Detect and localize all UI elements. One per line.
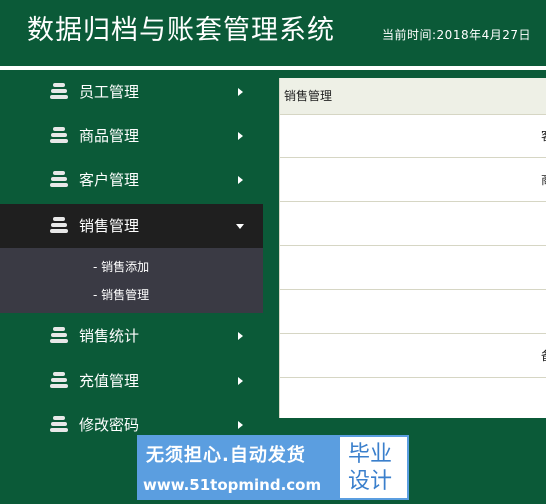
submenu-item-sales-add[interactable]: - 销售添加	[93, 257, 149, 277]
form-row: 备	[280, 335, 546, 378]
sidebar-item-customer-management[interactable]: 客户管理	[0, 158, 263, 202]
sidebar-item-label: 客户管理	[79, 171, 140, 189]
sidebar-item-label: 商品管理	[79, 127, 140, 145]
chevron-right-icon	[238, 377, 243, 385]
stack-icon	[50, 83, 68, 99]
sidebar-item-label: 充值管理	[79, 372, 140, 390]
form-row: 客	[280, 115, 546, 158]
chevron-right-icon	[238, 132, 243, 140]
sidebar-item-label: 销售统计	[79, 327, 140, 345]
watermark-badge-line1: 毕业	[348, 442, 393, 467]
stack-icon	[50, 127, 68, 143]
form-row-label: 商	[541, 159, 546, 202]
watermark-badge: 毕业 设计	[338, 435, 409, 500]
watermark-url: www.51topmind.com	[143, 476, 322, 494]
panel-heading: 销售管理	[280, 78, 546, 115]
app-header: 数据归档与账套管理系统 当前时间:2018年4月27日	[0, 0, 546, 66]
form-row-label: 客	[541, 115, 546, 158]
sidebar-item-recharge-management[interactable]: 充值管理	[0, 359, 263, 403]
watermark-badge-line2: 设计	[348, 469, 393, 494]
form-row	[280, 379, 546, 422]
stack-icon	[50, 416, 68, 432]
sidebar-item-sales-management[interactable]: 销售管理	[0, 204, 263, 248]
stack-icon	[50, 171, 68, 187]
submenu-item-sales-manage[interactable]: - 销售管理	[93, 285, 149, 305]
sidebar-item-employee-management[interactable]: 员工管理	[0, 70, 263, 114]
sales-management-panel: 销售管理 客 商 备	[279, 78, 546, 418]
sidebar-item-product-management[interactable]: 商品管理	[0, 114, 263, 158]
sales-submenu: - 销售添加 - 销售管理	[0, 248, 263, 313]
watermark-banner: 无须担心.自动发货 www.51topmind.com 毕业 设计	[137, 435, 409, 500]
sidebar-item-label: 员工管理	[79, 83, 140, 101]
stack-icon	[50, 217, 68, 233]
form-row: 商	[280, 159, 546, 202]
form-row	[280, 203, 546, 246]
watermark-text-block: 无须担心.自动发货 www.51topmind.com	[137, 435, 338, 500]
form-row	[280, 247, 546, 290]
form-row-label: 备	[541, 335, 546, 378]
app-title: 数据归档与账套管理系统	[27, 15, 335, 46]
sidebar-item-sales-statistics[interactable]: 销售统计	[0, 314, 263, 358]
form-row	[280, 291, 546, 334]
sidebar-item-label: 修改密码	[79, 416, 140, 434]
current-time: 当前时间:2018年4月27日	[382, 28, 531, 42]
sidebar-item-label: 销售管理	[79, 217, 140, 235]
watermark-slogan: 无须担心.自动发货	[146, 445, 306, 466]
stack-icon	[50, 327, 68, 343]
chevron-right-icon	[238, 88, 243, 96]
chevron-right-icon	[238, 421, 243, 429]
stack-icon	[50, 372, 68, 388]
chevron-right-icon	[238, 176, 243, 184]
chevron-right-icon	[238, 332, 243, 340]
caret-down-icon	[236, 224, 244, 229]
